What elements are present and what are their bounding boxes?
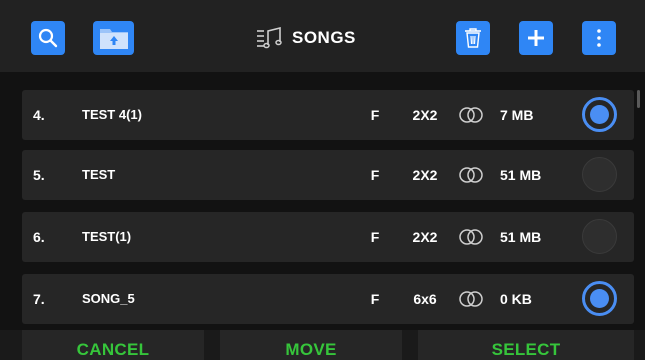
song-row[interactable]: 5. TEST F 2X2 51 MB bbox=[22, 150, 634, 200]
delete-button[interactable] bbox=[456, 21, 490, 55]
page-title: SONGS bbox=[256, 24, 356, 52]
link-icon bbox=[459, 167, 483, 183]
song-row[interactable]: 4. TEST 4(1) F 2X2 7 MB bbox=[22, 90, 634, 140]
search-button[interactable] bbox=[31, 21, 65, 55]
select-radio-checked[interactable] bbox=[582, 281, 617, 316]
song-number: 5. bbox=[33, 167, 45, 183]
move-button[interactable]: MOVE bbox=[220, 330, 402, 360]
scrollbar[interactable] bbox=[637, 90, 640, 108]
song-size: 51 MB bbox=[500, 167, 542, 183]
link-icon bbox=[459, 107, 483, 123]
song-name: TEST bbox=[82, 167, 116, 182]
song-name: SONG_5 bbox=[82, 291, 135, 306]
page-title-text: SONGS bbox=[292, 28, 356, 47]
song-grid: 2X2 bbox=[412, 229, 438, 245]
music-list-icon bbox=[257, 27, 282, 49]
add-button[interactable] bbox=[519, 21, 553, 55]
song-format: F bbox=[370, 291, 380, 307]
trash-icon bbox=[465, 28, 481, 48]
plus-icon bbox=[528, 30, 544, 46]
song-grid: 2X2 bbox=[412, 107, 438, 123]
bottom-action-bar: CANCEL MOVE SELECT bbox=[0, 330, 645, 360]
select-radio-checked[interactable] bbox=[582, 97, 617, 132]
song-row[interactable]: 6. TEST(1) F 2X2 51 MB bbox=[22, 212, 634, 262]
song-name: TEST 4(1) bbox=[82, 107, 142, 122]
top-bar: SONGS bbox=[0, 0, 645, 72]
song-size: 7 MB bbox=[500, 107, 534, 123]
select-radio-unchecked[interactable] bbox=[582, 219, 617, 254]
song-size: 51 MB bbox=[500, 229, 542, 245]
song-format: F bbox=[370, 167, 380, 183]
song-number: 6. bbox=[33, 229, 45, 245]
song-size: 0 KB bbox=[500, 291, 532, 307]
more-vertical-icon bbox=[597, 29, 601, 47]
select-button[interactable]: SELECT bbox=[418, 330, 634, 360]
folder-upload-icon bbox=[99, 29, 128, 49]
cancel-button[interactable]: CANCEL bbox=[22, 330, 204, 360]
link-icon bbox=[459, 229, 483, 245]
link-icon bbox=[459, 291, 483, 307]
song-format: F bbox=[370, 107, 380, 123]
folder-upload-button[interactable] bbox=[93, 21, 134, 55]
song-name: TEST(1) bbox=[82, 229, 132, 244]
song-number: 4. bbox=[33, 107, 45, 123]
song-grid: 6x6 bbox=[413, 291, 437, 307]
song-grid: 2X2 bbox=[412, 167, 438, 183]
search-icon bbox=[38, 28, 58, 48]
song-format: F bbox=[370, 229, 380, 245]
song-number: 7. bbox=[33, 291, 45, 307]
select-radio-unchecked[interactable] bbox=[582, 157, 617, 192]
more-menu-button[interactable] bbox=[582, 21, 616, 55]
song-row[interactable]: 7. SONG_5 F 6x6 0 KB bbox=[22, 274, 634, 324]
